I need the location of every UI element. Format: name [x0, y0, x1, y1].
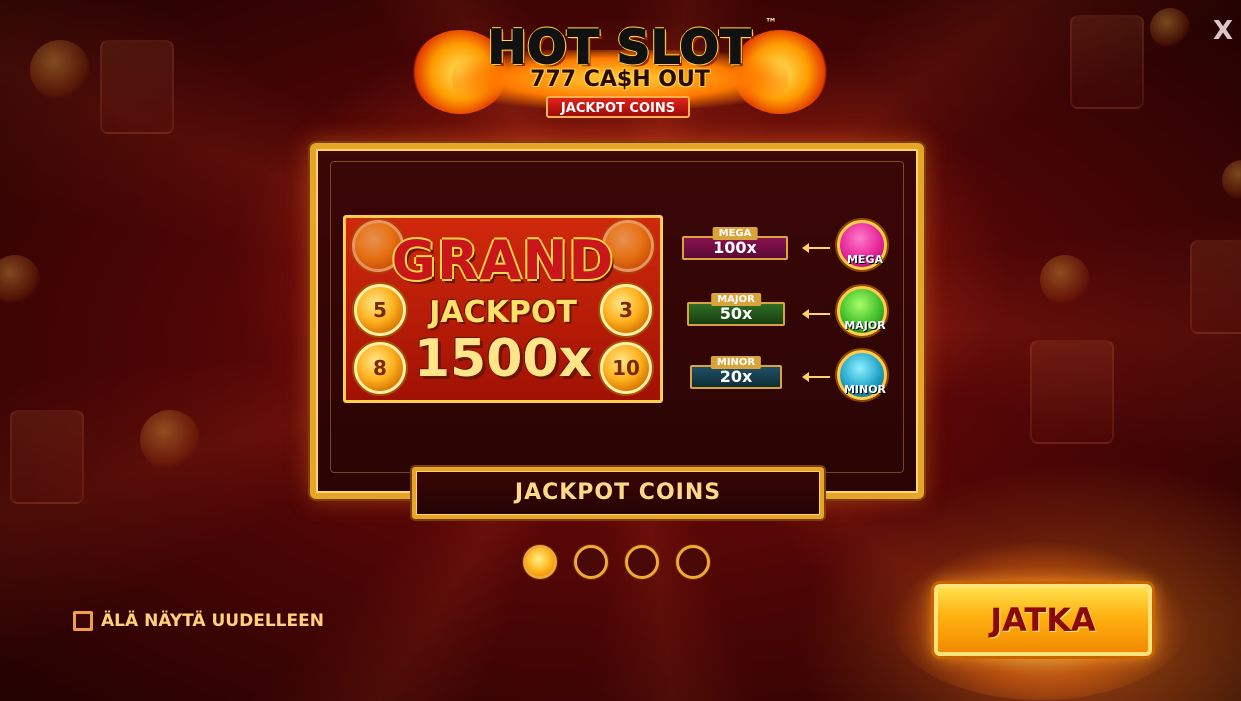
background-coin	[140, 410, 200, 470]
background-slot-machine	[1070, 15, 1144, 109]
arrow-left-icon	[802, 309, 830, 319]
background-coin	[0, 255, 40, 305]
background-slot-machine	[1030, 340, 1114, 444]
background-slot-machine	[1190, 240, 1241, 334]
panel-title-banner: JACKPOT COINS	[412, 467, 824, 519]
jackpot-plate-minor: MINOR 20x	[690, 356, 782, 389]
jackpot-coin-major: MAJOR	[837, 286, 887, 336]
background-coin	[1150, 8, 1190, 48]
jackpot-coin-label: MAJOR	[844, 319, 886, 332]
logo-trademark: ™	[765, 16, 777, 30]
pager-dot-4[interactable]	[676, 545, 710, 579]
arrow-left-icon	[802, 243, 830, 253]
jackpot-plate-major: MAJOR 50x	[687, 293, 785, 326]
jackpot-plate-mega: MEGA 100x	[682, 227, 788, 260]
jackpot-coin-label: MEGA	[846, 253, 883, 266]
pager-dot-1[interactable]	[523, 545, 557, 579]
grand-jackpot-illustration: 5 3 8 10 GRAND JACKPOT 1500x	[343, 215, 663, 403]
background-coin	[30, 40, 90, 100]
jackpot-coin-mega: MEGA	[837, 220, 887, 270]
continue-button[interactable]: JATKA	[934, 584, 1152, 656]
jackpot-coin-label: MINOR	[843, 383, 887, 396]
background-slot-machine	[10, 410, 84, 504]
background-coin	[1222, 160, 1241, 200]
logo-badge: JACKPOT COINS	[546, 96, 690, 118]
grand-word: GRAND	[391, 229, 615, 292]
grand-jackpot-word: JACKPOT	[429, 295, 577, 330]
logo-subtitle: 777 CA$H OUT	[530, 67, 710, 92]
jackpot-plate-value: 20x	[719, 367, 753, 386]
dont-show-again-checkbox[interactable]	[73, 611, 93, 631]
jackpot-plate-label: MAJOR	[711, 293, 761, 306]
background-coin	[1040, 255, 1090, 305]
game-logo: HOT SLOT ™ 777 CA$H OUT JACKPOT COINS	[412, 12, 828, 122]
close-button[interactable]: X	[1212, 18, 1234, 44]
pager-dot-2[interactable]	[574, 545, 608, 579]
jackpot-plate-value: 100x	[713, 238, 757, 257]
dont-show-again-label: ÄLÄ NÄYTÄ UUDELLEEN	[101, 611, 324, 631]
background-slot-machine	[100, 40, 174, 134]
jackpot-plate-label: MEGA	[712, 227, 758, 240]
jackpot-coin-minor: MINOR	[837, 350, 887, 400]
pager-dot-3[interactable]	[625, 545, 659, 579]
grand-multiplier: 1500x	[413, 329, 593, 389]
arrow-left-icon	[802, 372, 830, 382]
dont-show-again-toggle[interactable]: ÄLÄ NÄYTÄ UUDELLEEN	[73, 608, 324, 634]
jackpot-plate-value: 50x	[719, 304, 753, 323]
jackpot-plate-label: MINOR	[710, 356, 762, 369]
